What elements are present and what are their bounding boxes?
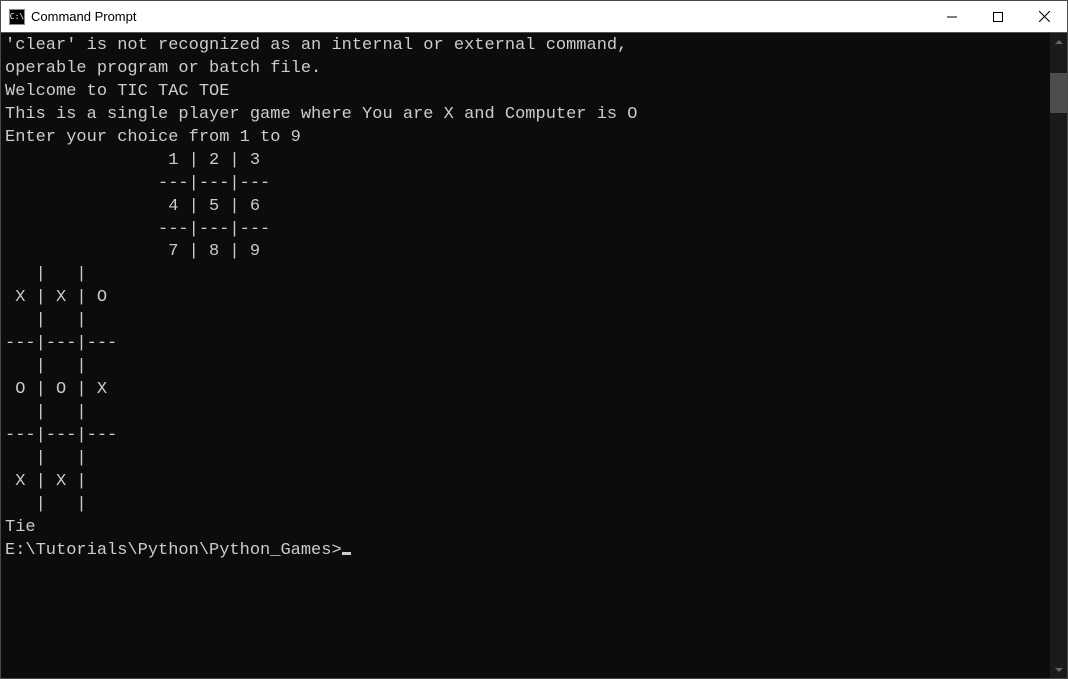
maximize-icon — [993, 12, 1003, 22]
close-icon — [1039, 11, 1050, 22]
output-line: | | — [5, 402, 1046, 425]
prompt-line: E:\Tutorials\Python\Python_Games> — [5, 540, 1046, 563]
minimize-button[interactable] — [929, 1, 975, 32]
chevron-up-icon — [1055, 40, 1063, 44]
output-line: Tie — [5, 517, 1046, 540]
output-line: Welcome to TIC TAC TOE — [5, 81, 1046, 104]
output-line: This is a single player game where You a… — [5, 104, 1046, 127]
cursor — [342, 552, 351, 555]
window-title: Command Prompt — [31, 9, 929, 24]
output-line: | | — [5, 310, 1046, 333]
output-line: O | O | X — [5, 379, 1046, 402]
output-line: operable program or batch file. — [5, 58, 1046, 81]
chevron-down-icon — [1055, 668, 1063, 672]
scroll-up-button[interactable] — [1050, 33, 1067, 50]
output-line: | | — [5, 494, 1046, 517]
scroll-down-button[interactable] — [1050, 661, 1067, 678]
output-line: | | — [5, 356, 1046, 379]
cmd-icon: C:\ — [9, 9, 25, 25]
output-line: ---|---|--- — [5, 333, 1046, 356]
output-line: 7 | 8 | 9 — [5, 241, 1046, 264]
terminal-content[interactable]: 'clear' is not recognized as an internal… — [1, 33, 1050, 678]
window-controls — [929, 1, 1067, 32]
minimize-icon — [947, 12, 957, 22]
output-line: 4 | 5 | 6 — [5, 196, 1046, 219]
output-line: X | X | O — [5, 287, 1046, 310]
output-line: | | — [5, 264, 1046, 287]
output-line: ---|---|--- — [5, 219, 1046, 242]
output-line: ---|---|--- — [5, 173, 1046, 196]
terminal-area: 'clear' is not recognized as an internal… — [1, 33, 1067, 678]
maximize-button[interactable] — [975, 1, 1021, 32]
output-line: ---|---|--- — [5, 425, 1046, 448]
output-line: X | X | — [5, 471, 1046, 494]
titlebar[interactable]: C:\ Command Prompt — [1, 1, 1067, 33]
close-button[interactable] — [1021, 1, 1067, 32]
output-line: | | — [5, 448, 1046, 471]
output-line: Enter your choice from 1 to 9 — [5, 127, 1046, 150]
scrollbar[interactable] — [1050, 33, 1067, 678]
scroll-thumb[interactable] — [1050, 73, 1067, 113]
output-line: 'clear' is not recognized as an internal… — [5, 35, 1046, 58]
output-line: 1 | 2 | 3 — [5, 150, 1046, 173]
cmd-icon-label: C:\ — [10, 12, 24, 21]
prompt-path: E:\Tutorials\Python\Python_Games> — [5, 541, 342, 560]
